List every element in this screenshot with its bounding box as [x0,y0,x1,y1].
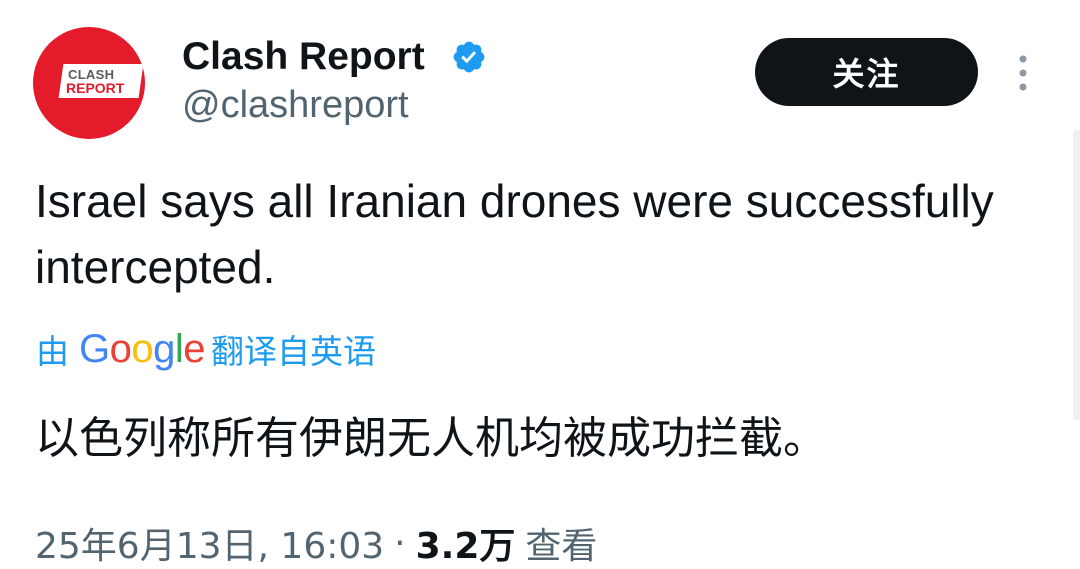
verified-badge-icon [453,41,485,73]
author-avatar[interactable]: CLASH REPORT [33,27,145,139]
google-letter: l [174,326,184,371]
views-count: 3.2万 [415,526,516,567]
google-letter: G [79,326,110,371]
follow-button[interactable]: 关注 [755,38,978,106]
google-letter: e [183,326,206,371]
google-letter: o [131,326,154,371]
avatar-logo-text-bottom: REPORT [66,80,125,96]
more-options-icon[interactable] [1015,54,1031,94]
scrollbar[interactable] [1073,130,1080,420]
google-logo: Google [79,326,206,372]
translation-attribution[interactable]: 由 Google 翻译自英语 [36,326,376,372]
translation-prefix: 由 [36,332,69,371]
author-handle[interactable]: @clashreport [182,84,409,127]
google-letter: g [153,326,175,371]
meta-separator: · [394,522,406,564]
views-label: 查看 [525,526,598,567]
timestamp[interactable]: 25年6月13日, 16:03 [35,517,384,569]
author-name[interactable]: Clash Report [182,35,425,79]
google-letter: o [109,326,132,371]
tweet-text: Israel says all Iranian drones were succ… [35,175,994,293]
translation-suffix: 翻译自英语 [211,332,377,371]
translated-text: 以色列称所有伊朗无人机均被成功拦截。 [35,413,827,464]
tweet-meta: 25年6月13日, 16:03 · 3.2万 查看 [35,518,597,568]
